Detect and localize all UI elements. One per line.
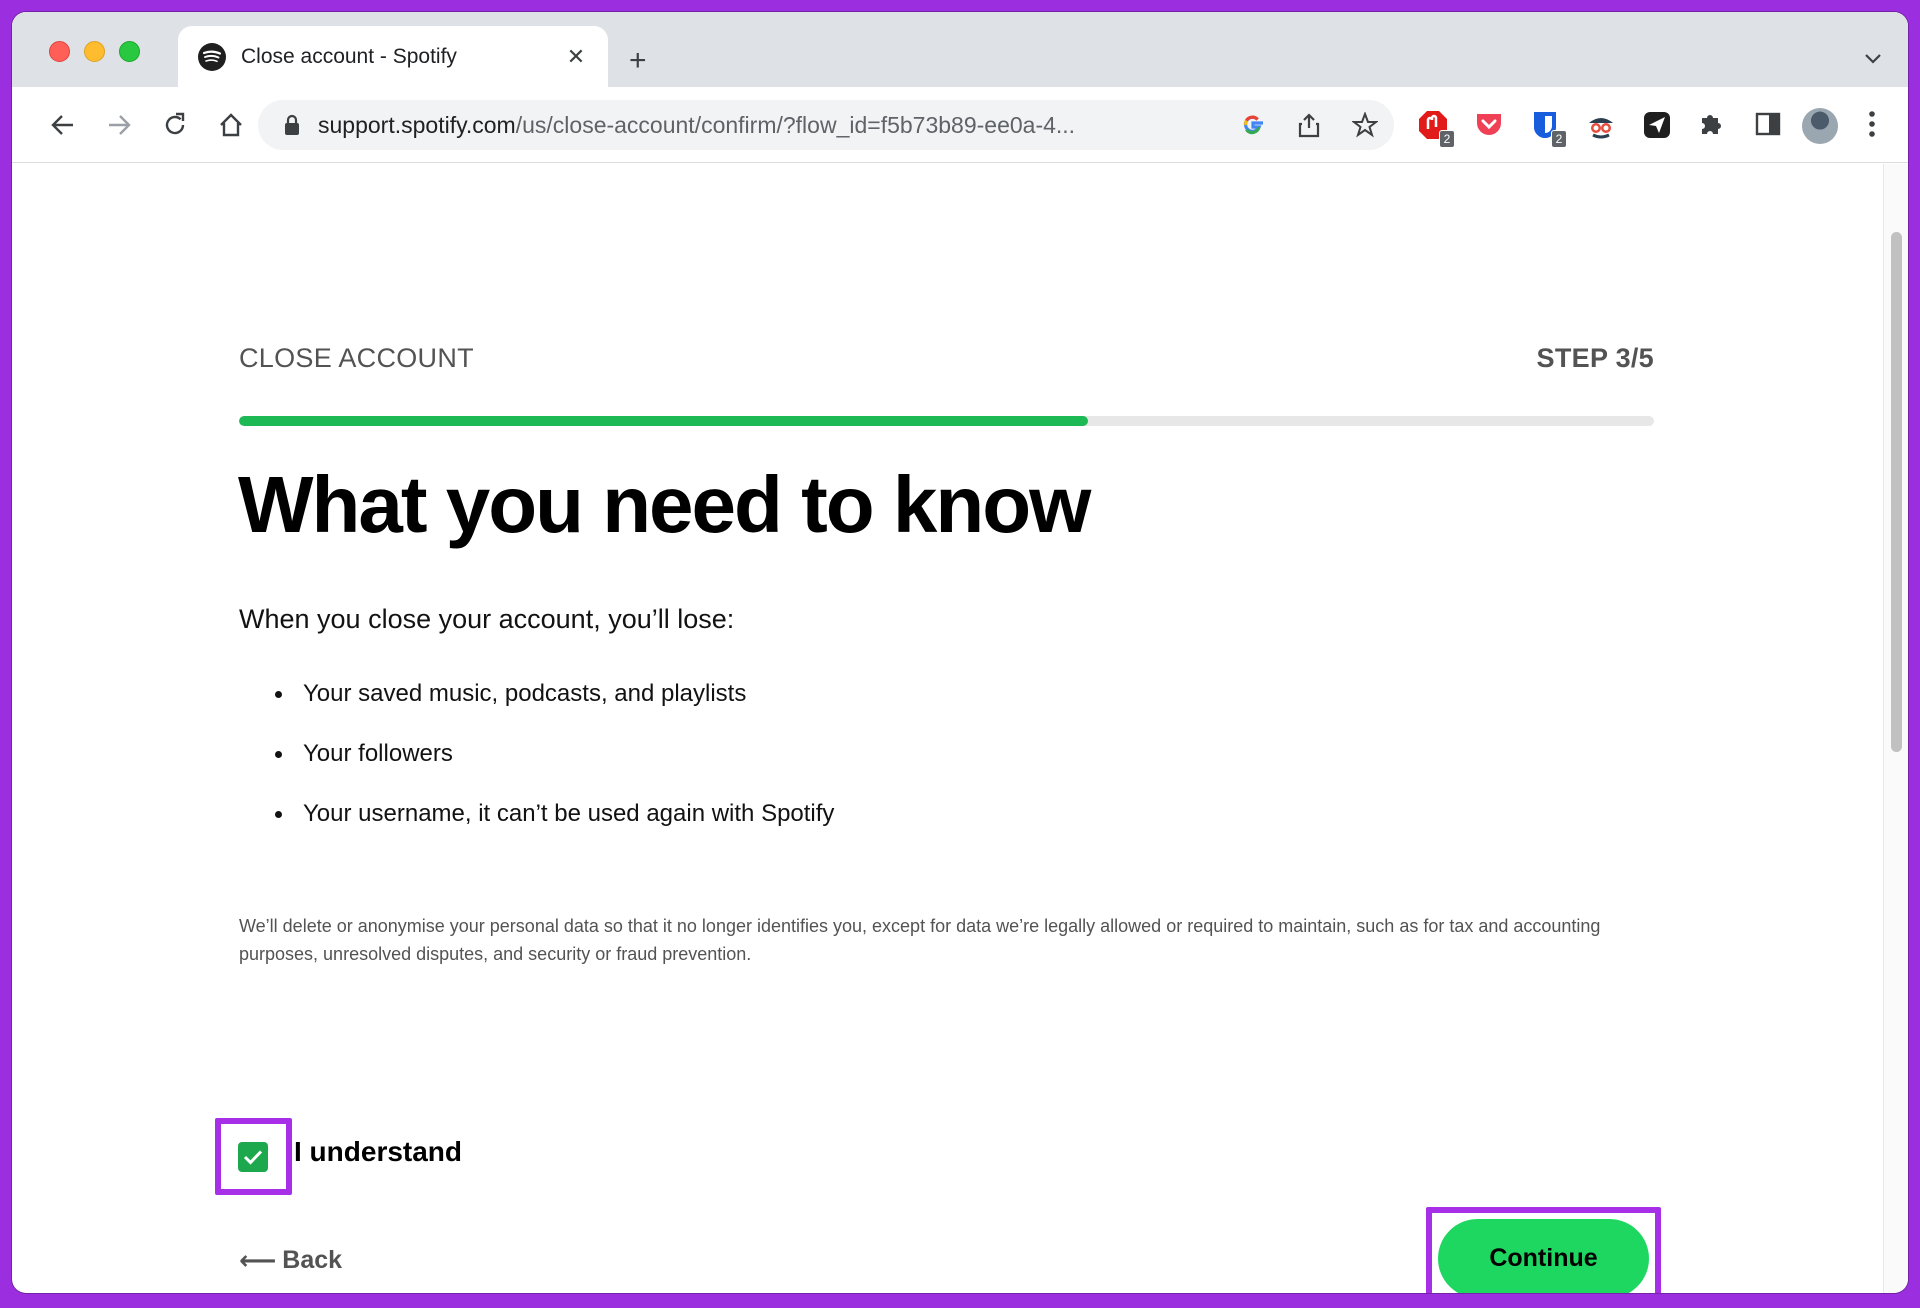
list-item: Your followers [275, 739, 834, 799]
puzzle-extensions-icon[interactable] [1697, 109, 1729, 141]
more-menu-icon[interactable] [1868, 110, 1876, 143]
bitwarden-extension-icon[interactable]: 2 [1529, 109, 1567, 148]
lead-text: When you close your account, you’ll lose… [239, 604, 735, 634]
pocket-extension-icon[interactable] [1473, 109, 1505, 141]
section-label: CLOSE ACCOUNT [239, 343, 474, 373]
back-arrow-icon[interactable] [48, 110, 78, 140]
bookmark-star-icon[interactable] [1351, 111, 1379, 138]
adblock-extension-icon[interactable]: 2 [1417, 109, 1455, 148]
forward-arrow-icon[interactable] [104, 110, 134, 140]
close-window-button[interactable] [49, 41, 70, 62]
reload-icon[interactable] [160, 110, 190, 140]
lock-icon[interactable] [284, 114, 300, 141]
close-tab-icon[interactable]: ✕ [564, 44, 588, 70]
browser-window: Close account - Spotify ✕ + support.spot… [12, 12, 1908, 1293]
scrollbar[interactable] [1883, 164, 1908, 1293]
checkbox-label[interactable]: I understand [294, 1136, 462, 1168]
scrollbar-thumb[interactable] [1891, 232, 1902, 752]
address-bar[interactable]: support.spotify.com/us/close-account/con… [258, 100, 1394, 150]
share-icon[interactable] [1296, 112, 1322, 138]
back-label: Back [282, 1246, 343, 1274]
progress-fill [239, 416, 1088, 426]
understand-checkbox[interactable] [238, 1142, 268, 1172]
send-extension-icon[interactable] [1641, 109, 1673, 141]
continue-button[interactable]: Continue [1438, 1219, 1649, 1293]
tab-title: Close account - Spotify [241, 45, 457, 68]
side-panel-icon[interactable] [1753, 109, 1785, 141]
spy-extension-icon[interactable] [1585, 109, 1617, 141]
new-tab-icon[interactable]: + [629, 46, 647, 76]
tab-strip: Close account - Spotify ✕ + [12, 12, 1908, 88]
back-link[interactable]: ⟵ Back [239, 1245, 342, 1276]
tab-search-chevron-icon[interactable] [1864, 52, 1882, 70]
step-indicator: STEP 3/5 [1536, 343, 1654, 373]
url-text: support.spotify.com/us/close-account/con… [318, 112, 1076, 138]
minimize-window-button[interactable] [84, 41, 105, 62]
profile-avatar[interactable] [1802, 108, 1838, 144]
page-title: What you need to know [238, 460, 1091, 549]
google-lens-icon[interactable] [1240, 112, 1266, 138]
checkmark-icon [243, 1150, 263, 1165]
zoom-window-button[interactable] [119, 41, 140, 62]
list-item: Your saved music, podcasts, and playlist… [275, 679, 834, 739]
page-content: CLOSE ACCOUNT STEP 3/5 What you need to … [12, 164, 1883, 1293]
home-icon[interactable] [216, 110, 246, 140]
progress-bar [239, 416, 1654, 426]
spotify-favicon-icon [198, 43, 226, 71]
browser-toolbar: support.spotify.com/us/close-account/con… [12, 87, 1908, 163]
list-item: Your username, it can’t be used again wi… [275, 799, 834, 859]
legal-notice: We’ll delete or anonymise your personal … [239, 916, 1601, 964]
loss-list: Your saved music, podcasts, and playlist… [275, 679, 834, 859]
left-arrow-icon: ⟵ [239, 1245, 277, 1275]
active-tab[interactable]: Close account - Spotify ✕ [178, 26, 608, 88]
step-header: CLOSE ACCOUNT STEP 3/5 [239, 343, 1654, 374]
